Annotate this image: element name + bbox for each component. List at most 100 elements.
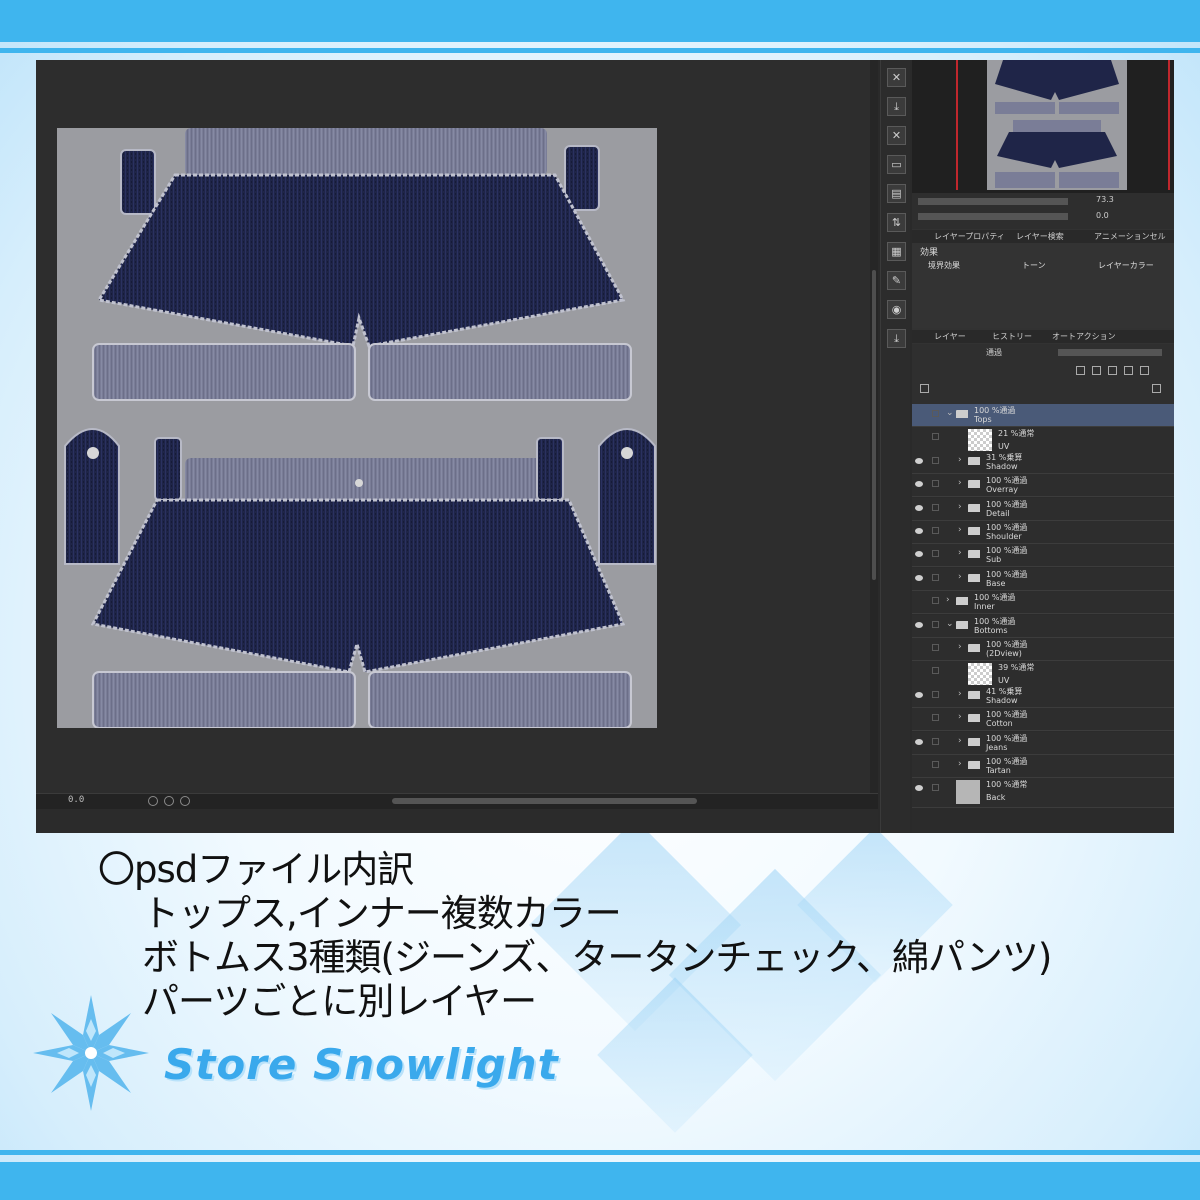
new-layer-icon[interactable] [1076,366,1085,375]
effect-layer-color[interactable]: レイヤーカラー [1098,260,1154,271]
visibility-eye-icon[interactable] [915,411,923,417]
chevron-right-icon[interactable]: › [958,642,962,652]
rotate-right-icon[interactable] [180,796,190,806]
layer-lock-checkbox[interactable] [932,784,939,791]
layer-row[interactable]: › 100 %通過 Detail [912,498,1174,521]
clip-icon[interactable] [1124,366,1133,375]
visibility-eye-icon[interactable] [915,668,923,674]
layer-menu-icon[interactable] [920,384,929,393]
layer-row[interactable]: › 100 %通過 Base [912,568,1174,591]
layer-lock-checkbox[interactable] [932,597,939,604]
layer-lock-checkbox[interactable] [932,574,939,581]
visibility-eye-icon[interactable] [915,762,923,768]
layer-lock-checkbox[interactable] [932,527,939,534]
close-icon[interactable]: ✕ [887,126,906,145]
visibility-eye-icon[interactable] [915,645,923,651]
chevron-right-icon[interactable]: › [958,455,962,465]
download-icon[interactable]: ⤓ [887,329,906,348]
folder-icon[interactable]: ▭ [887,155,906,174]
layer-lock-checkbox[interactable] [932,738,939,745]
scroll-thumb[interactable] [872,270,876,580]
visibility-eye-icon[interactable] [915,575,923,581]
chevron-down-icon[interactable]: ⌄ [946,408,954,418]
tab-layer[interactable]: レイヤー [930,330,966,343]
visibility-eye-icon[interactable] [915,505,923,511]
chevron-right-icon[interactable]: › [958,736,962,746]
chevron-right-icon[interactable]: › [958,548,962,558]
chevron-right-icon[interactable]: › [958,572,962,582]
visibility-eye-icon[interactable] [915,622,923,628]
visibility-eye-icon[interactable] [915,739,923,745]
visibility-eye-icon[interactable] [915,785,923,791]
zoom-readout[interactable]: 0.0 [68,795,84,805]
layer-lock-checkbox[interactable] [932,410,939,417]
tab-auto-action[interactable]: オートアクション [1048,330,1116,343]
blend-mode-select[interactable]: 通過 [948,347,1056,359]
layer-row[interactable]: ⌄ 100 %通過 Tops [912,404,1174,427]
effect-tone[interactable]: トーン [1022,260,1046,271]
visibility-eye-icon[interactable] [915,528,923,534]
layer-lock-checkbox[interactable] [932,761,939,768]
visibility-eye-icon[interactable] [915,481,923,487]
mask-icon[interactable] [1140,366,1149,375]
layer-row[interactable]: › 31 %乗算 Shadow [912,451,1174,474]
chevron-right-icon[interactable]: › [958,502,962,512]
layer-row[interactable]: › 100 %通過 (2Dview) [912,638,1174,661]
layer-list[interactable]: ⌄ 100 %通過 Tops 21 %通常 UV › 31 %乗算 Shadow › 100 %通… [912,404,1174,833]
rotate-reset-icon[interactable] [164,796,174,806]
effect-border[interactable]: 境界効果 [928,260,960,271]
chevron-right-icon[interactable]: › [946,595,950,605]
transfer-icon[interactable]: ⇅ [887,213,906,232]
layer-row[interactable]: › 100 %通過 Shoulder [912,521,1174,544]
visibility-eye-icon[interactable] [915,458,923,464]
canvas-horizontal-scrollbar[interactable] [392,798,697,804]
canvas-area[interactable] [36,60,878,793]
layer-lock-checkbox[interactable] [932,667,939,674]
layer-row[interactable]: › 100 %通過 Inner [912,591,1174,614]
layer-lock-checkbox[interactable] [932,433,939,440]
lock-icon[interactable] [1108,366,1117,375]
zoom-slider[interactable] [918,198,1068,205]
layer-row[interactable]: › 100 %通過 Sub [912,544,1174,567]
download-icon[interactable]: ⤓ [887,97,906,116]
close-icon[interactable]: ✕ [887,68,906,87]
layer-lock-checkbox[interactable] [932,457,939,464]
layer-row[interactable]: 100 %通常 Back [912,778,1174,808]
layer-lock-checkbox[interactable] [932,504,939,511]
layer-lock-checkbox[interactable] [932,621,939,628]
layer-lock-checkbox[interactable] [932,480,939,487]
edit-icon[interactable]: ✎ [887,271,906,290]
visibility-eye-icon[interactable] [915,715,923,721]
grid-icon[interactable]: ▦ [887,242,906,261]
chevron-right-icon[interactable]: › [958,689,962,699]
visibility-eye-icon[interactable] [915,551,923,557]
tab-layer-property[interactable]: レイヤープロパティ [930,230,1005,243]
rotation-slider[interactable] [918,213,1068,220]
uv-texture-canvas[interactable] [57,128,657,729]
delete-layer-icon[interactable] [1152,384,1161,393]
layer-lock-checkbox[interactable] [932,550,939,557]
opacity-slider[interactable] [1058,349,1162,356]
navigator-viewport[interactable] [956,60,1170,190]
layer-row[interactable]: ⌄ 100 %通過 Bottoms [912,615,1174,638]
visibility-eye-icon[interactable] [915,692,923,698]
layer-row[interactable]: › 100 %通過 Jeans [912,732,1174,755]
layer-row[interactable]: › 100 %通過 Cotton [912,708,1174,731]
visibility-eye-icon[interactable] [915,434,923,440]
tab-history[interactable]: ヒストリー [988,330,1032,343]
chevron-down-icon[interactable]: ⌄ [946,619,954,629]
new-folder-icon[interactable] [1092,366,1101,375]
visibility-eye-icon[interactable] [915,598,923,604]
chevron-right-icon[interactable]: › [958,478,962,488]
layer-row[interactable]: › 41 %乗算 Shadow [912,685,1174,708]
navigator-preview[interactable] [912,60,1174,193]
chevron-right-icon[interactable]: › [958,525,962,535]
canvas-vertical-scrollbar[interactable] [870,60,878,793]
layer-row[interactable]: › 100 %通過 Overray [912,474,1174,497]
tab-animation-cel[interactable]: アニメーションセル [1090,230,1166,243]
rotate-left-icon[interactable] [148,796,158,806]
layer-row[interactable]: › 100 %通過 Tartan [912,755,1174,778]
save-icon[interactable]: ▤ [887,184,906,203]
chevron-right-icon[interactable]: › [958,712,962,722]
layer-lock-checkbox[interactable] [932,644,939,651]
